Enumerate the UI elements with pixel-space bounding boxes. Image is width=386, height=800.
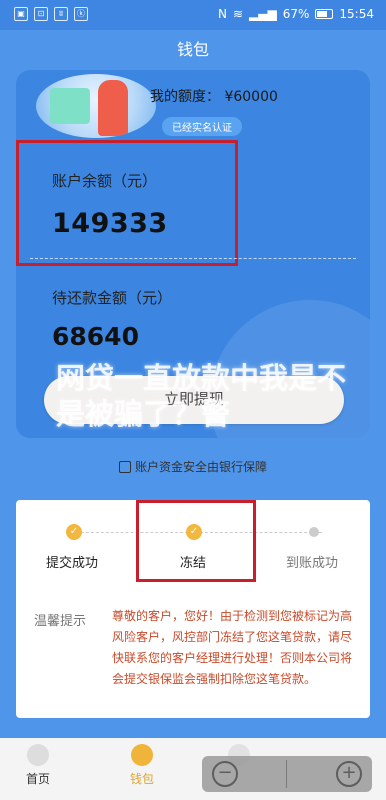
tip-text: 尊敬的客户，您好！由于检测到您被标记为高风险客户，风控部门冻结了您这笔贷款，请尽… (112, 609, 353, 686)
step-label-submitted: 提交成功 (46, 556, 99, 571)
highlight-frame-balance (16, 140, 238, 266)
page-title: 钱包 (176, 40, 209, 59)
notification-icon: ⓚ (74, 7, 88, 21)
zoom-divider (286, 760, 287, 788)
quota-label: 我的额度： (150, 89, 220, 105)
safety-text: 账户资金安全由银行保障 (134, 460, 267, 474)
zoom-out-icon[interactable]: − (212, 761, 238, 787)
overlay-headline: 网贷一直放款中我是不是被骗了？警 (56, 361, 347, 431)
pending-dot-icon (309, 527, 319, 537)
quota-value: ¥60000 (224, 89, 278, 105)
quota-row: 我的额度： ¥60000 (150, 86, 278, 106)
notification-icon: ⊡ (34, 7, 48, 21)
nav-home[interactable]: 首页 (26, 744, 50, 787)
status-notification-icons: ▣ ⊡ ʬ ⓚ (14, 7, 88, 21)
tip-label: 温馨提示 (34, 614, 87, 629)
check-icon: ✓ (66, 524, 82, 540)
illustration-person (98, 80, 128, 136)
step-label-arrived: 到账成功 (286, 556, 339, 571)
highlight-frame-frozen (136, 500, 256, 582)
nfc-icon: N (218, 7, 227, 21)
zoom-in-icon[interactable]: + (336, 761, 362, 787)
loan-illustration (36, 74, 156, 138)
clock: 15:54 (339, 7, 374, 21)
illustration-screen (50, 88, 90, 124)
nav-wallet-label: 钱包 (130, 772, 155, 786)
nav-home-label: 首页 (26, 772, 51, 786)
notification-icon: ʬ (54, 7, 68, 21)
wallet-icon (131, 744, 153, 766)
nav-wallet[interactable]: 钱包 (130, 744, 154, 787)
shield-icon (118, 461, 131, 473)
divider (30, 258, 356, 259)
battery-icon (315, 9, 334, 19)
battery-percent: 67% (282, 7, 310, 21)
zoom-controls: − + (202, 756, 372, 792)
safety-note: 账户资金安全由银行保障 (0, 458, 386, 475)
pending-value: 68640 (52, 322, 139, 351)
home-icon (27, 744, 49, 766)
wifi-icon: ≋ (232, 7, 244, 21)
signal-icon: ▂▄▆ (249, 7, 277, 21)
pending-label: 待还款金额（元） (52, 289, 173, 307)
progress-card: ✓ ✓ 提交成功 冻结 到账成功 温馨提示 尊敬的客户，您好！由于检测到您被标记… (16, 500, 370, 718)
verified-badge: 已经实名认证 (162, 117, 242, 136)
notification-icon: ▣ (14, 7, 28, 21)
status-bar: ▣ ⊡ ʬ ⓚ N ≋ ▂▄▆ 67% 15:54 (0, 0, 386, 30)
header: 钱包 (0, 30, 386, 70)
status-system-icons: N ≋ ▂▄▆ 67% 15:54 (218, 7, 374, 21)
